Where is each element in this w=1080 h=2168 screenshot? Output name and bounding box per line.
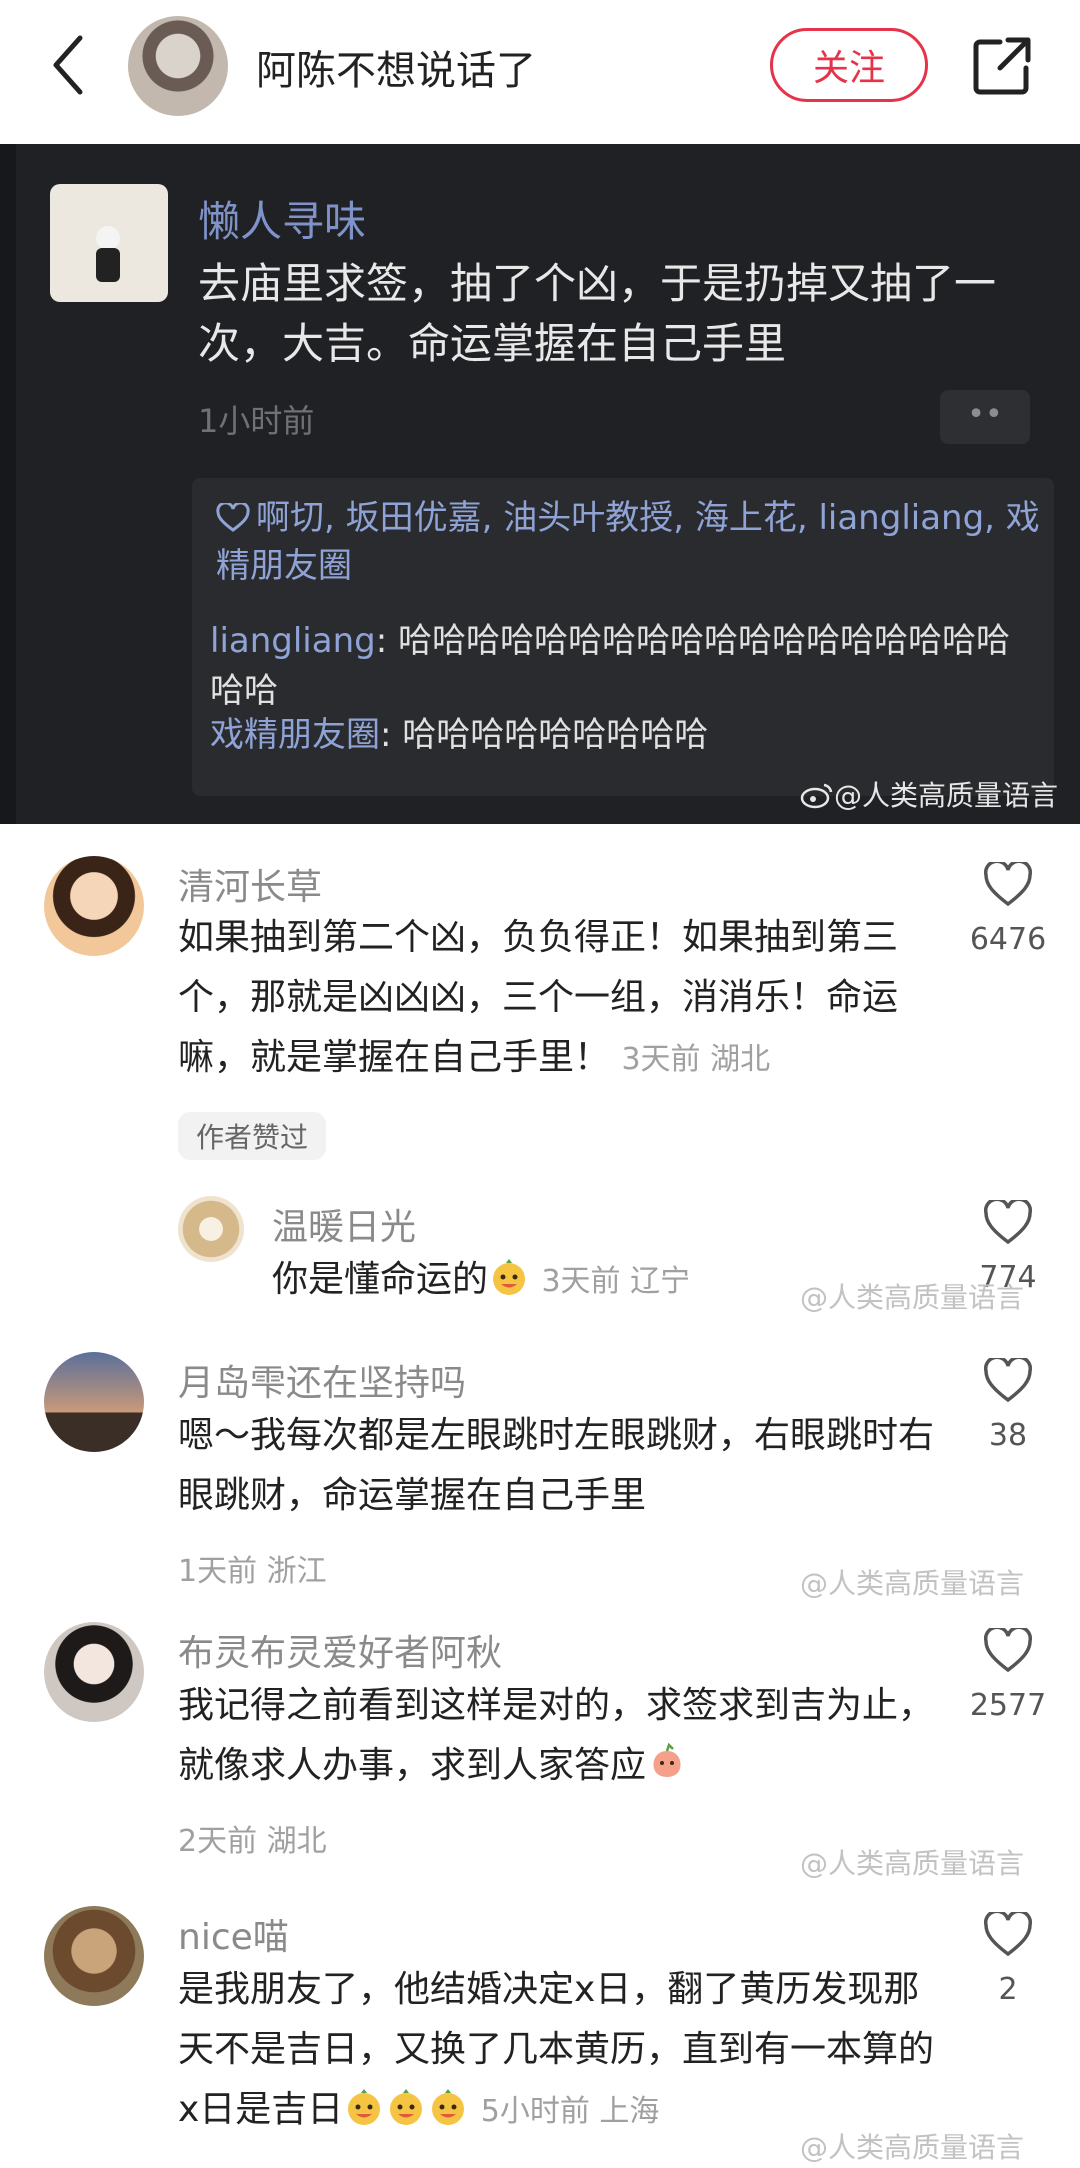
avatar[interactable] — [44, 856, 144, 956]
heart-icon[interactable] — [983, 1200, 1033, 1246]
comment-text: 是我朋友了，他结婚决定x日，翻了黄历发现那天不是吉日，又换了几本黄历，直到有一本… — [178, 1960, 938, 2142]
comment-user: liangliang — [210, 621, 376, 661]
smile-emoji-icon — [432, 2089, 465, 2125]
author-name[interactable]: 阿陈不想说话了 — [256, 38, 536, 96]
watermark-text: @人类高质量语言 — [834, 779, 1059, 812]
watermark-text: @人类高质量语言 — [800, 2131, 1025, 2164]
heart-icon[interactable] — [983, 1358, 1033, 1404]
comment-username[interactable]: 温暖日光 — [272, 1198, 416, 1250]
comment-separator: : — [380, 715, 403, 755]
more-dots-icon: •• — [940, 390, 1030, 444]
post-author-name: 懒人寻味 — [198, 197, 367, 246]
post-author-avatar — [50, 184, 168, 302]
comment-meta: 5小时前 上海 — [480, 2094, 660, 2129]
comment-separator: : — [375, 621, 398, 661]
comment-body: 你是懂命运的 — [272, 1259, 489, 1300]
post-interactions: 啊切, 坂田优嘉, 油头叶教授, 海上花, liangliang, 戏精朋友圈 … — [192, 478, 1054, 796]
comment-text: 哈哈哈哈哈哈哈哈哈 — [402, 715, 709, 755]
post-time: 1小时前 — [198, 402, 315, 440]
like-count: 2 — [998, 1972, 1018, 2007]
watermark-text: @人类高质量语言 — [800, 1847, 1025, 1880]
comment-body: 如果抽到第二个凶，负负得正！如果抽到第三个，那就是凶凶凶，三个一组，消消乐！命运… — [178, 917, 899, 1078]
post-comment: liangliang: 哈哈哈哈哈哈哈哈哈哈哈哈哈哈哈哈哈哈哈哈 — [210, 616, 1040, 716]
like-count: 38 — [988, 1418, 1028, 1453]
comment-text: 我记得之前看到这样是对的，求签求到吉为止，就像求人办事，求到人家答应 — [178, 1676, 938, 1796]
author-avatar[interactable] — [128, 16, 228, 116]
watermark: @人类高质量语言 — [800, 1276, 1024, 1316]
comment-username[interactable]: 月岛雫还在坚持吗 — [178, 1354, 466, 1406]
like-count: 6476 — [969, 922, 1047, 957]
follow-button[interactable]: 关注 — [770, 28, 928, 102]
avatar[interactable] — [44, 1906, 144, 2006]
heart-outline-icon — [216, 501, 250, 532]
heart-icon[interactable] — [983, 1628, 1033, 1674]
watermark-text: @人类高质量语言 — [800, 1567, 1025, 1600]
smile-emoji-icon — [348, 2089, 381, 2125]
watermark: @人类高质量语言 — [800, 2126, 1024, 2166]
like-count: 2577 — [969, 1688, 1047, 1723]
comment-meta: 1天前 浙江 — [178, 1554, 327, 1589]
comment-text: 如果抽到第二个凶，负负得正！如果抽到第三个，那就是凶凶凶，三个一组，消消乐！命运… — [178, 908, 938, 1090]
comment-user: 戏精朋友圈 — [210, 715, 380, 755]
watermark-text: @人类高质量语言 — [800, 1281, 1025, 1314]
likes-list: 啊切, 坂田优嘉, 油头叶教授, 海上花, liangliang, 戏精朋友圈 — [216, 494, 1046, 590]
post-comment: 戏精朋友圈: 哈哈哈哈哈哈哈哈哈 — [210, 710, 1040, 760]
watermark: @人类高质量语言 — [800, 774, 1058, 814]
comment-body: 我记得之前看到这样是对的，求签求到吉为止，就像求人办事，求到人家答应 — [178, 1685, 935, 1786]
back-chevron-icon[interactable] — [44, 30, 94, 100]
watermark: @人类高质量语言 — [800, 1562, 1024, 1602]
top-bar: 阿陈不想说话了 关注 — [0, 0, 1080, 140]
comment-username[interactable]: 布灵布灵爱好者阿秋 — [178, 1624, 502, 1676]
comment-text: 嗯～我每次都是左眼跳时左眼跳财，右眼跳时右眼跳财，命运掌握在自己手里 — [178, 1415, 935, 1516]
smile-emoji-icon — [493, 1259, 526, 1295]
watermark: @人类高质量语言 — [800, 1842, 1024, 1882]
smile-emoji-icon — [390, 2089, 423, 2125]
heart-icon[interactable] — [983, 1912, 1033, 1958]
share-icon[interactable] — [970, 34, 1034, 98]
person-figure-icon — [96, 226, 120, 282]
comment-username[interactable]: nice喵 — [178, 1908, 289, 1960]
comment-meta: 3天前 湖北 — [621, 1042, 771, 1077]
avatar[interactable] — [178, 1196, 244, 1262]
avatar[interactable] — [44, 1352, 144, 1452]
comment-meta: 3天前 辽宁 — [541, 1264, 691, 1299]
embedded-screenshot: 懒人寻味 去庙里求签，抽了个凶，于是扔掉又抽了一次，大吉。命运掌握在自己手里 1… — [0, 144, 1080, 824]
weibo-icon — [800, 783, 833, 809]
post-text: 去庙里求签，抽了个凶，于是扔掉又抽了一次，大吉。命运掌握在自己手里 — [198, 259, 997, 368]
moments-post: 懒人寻味 去庙里求签，抽了个凶，于是扔掉又抽了一次，大吉。命运掌握在自己手里 1… — [16, 144, 1080, 824]
likes-names: 啊切, 坂田优嘉, 油头叶教授, 海上花, liangliang, 戏精朋友圈 — [216, 498, 1040, 586]
author-liked-badge: 作者赞过 — [178, 1112, 326, 1160]
heart-icon[interactable] — [983, 862, 1033, 908]
avatar[interactable] — [44, 1622, 144, 1722]
comment-meta: 2天前 湖北 — [178, 1824, 327, 1859]
comment-username[interactable]: 清河长草 — [178, 858, 322, 910]
peach-emoji-icon — [653, 1743, 681, 1777]
